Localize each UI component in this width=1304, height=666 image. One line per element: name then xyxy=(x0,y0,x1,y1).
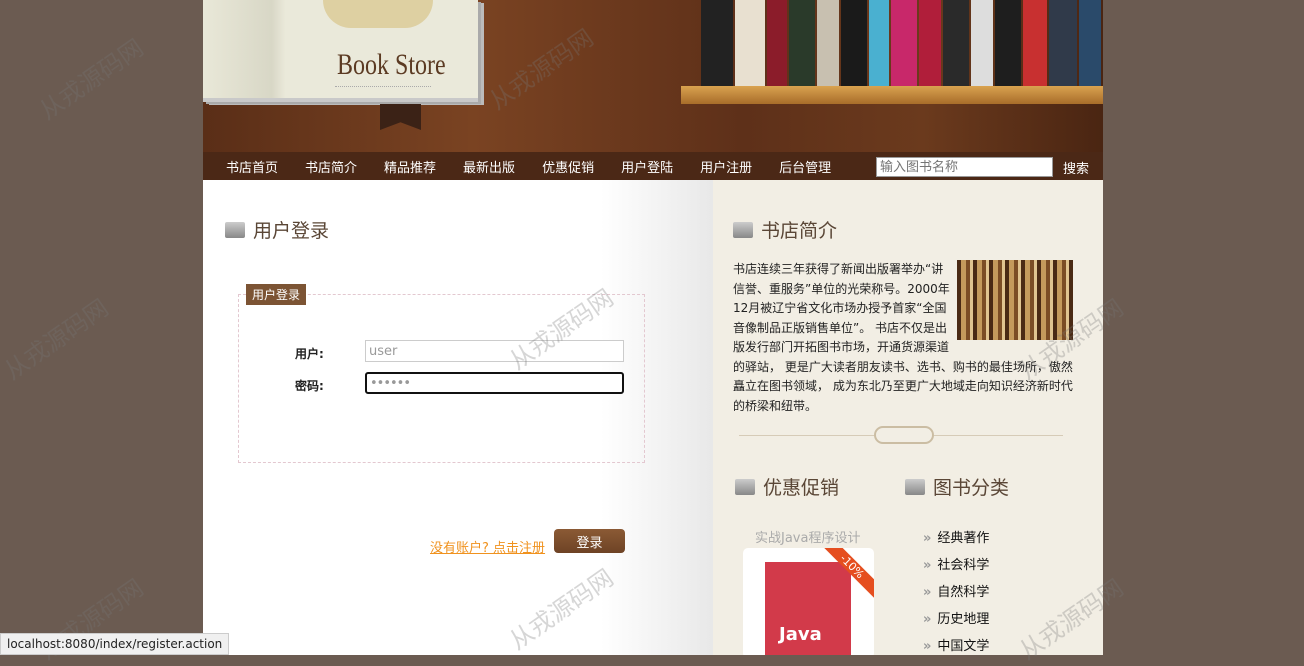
header-banner: Book Store xyxy=(203,0,1103,152)
promo-book-card[interactable]: Java -10% xyxy=(743,548,874,655)
bookshelf-photo xyxy=(957,260,1073,340)
promo-heading: 优惠促销 xyxy=(735,473,839,500)
logo-underline xyxy=(335,86,431,87)
bookshelf-books xyxy=(701,0,1103,86)
intro-heading-text: 书店简介 xyxy=(761,220,838,242)
category-heading-text: 图书分类 xyxy=(933,477,1010,499)
login-button[interactable]: 登录 xyxy=(554,529,625,553)
card-icon xyxy=(905,478,925,495)
logo-text: Book Store xyxy=(337,48,446,81)
category-item[interactable]: 历史地理 xyxy=(923,608,989,627)
promo-book-title[interactable]: 实战Java程序设计 xyxy=(755,527,860,546)
nav-about[interactable]: 书店简介 xyxy=(305,157,357,176)
login-form: 用户登录 用户: 密码: 没有账户? 点击注册 登录 xyxy=(238,284,645,556)
sidebar: 书店简介 书店连续三年获得了新闻出版署举办“讲信誉、重服务”单位的光荣称号。20… xyxy=(713,180,1103,655)
user-label: 用户: xyxy=(295,347,324,361)
category-heading: 图书分类 xyxy=(905,473,1009,500)
nav-home[interactable]: 书店首页 xyxy=(226,157,278,176)
watermark: 从戎源码网 xyxy=(34,33,149,126)
book-icon xyxy=(733,221,753,238)
login-legend: 用户登录 xyxy=(246,284,307,305)
book-cover: Java xyxy=(765,562,851,655)
watermark: 从戎源码网 xyxy=(0,293,114,386)
nav-register[interactable]: 用户注册 xyxy=(700,157,752,176)
bookshelf xyxy=(681,86,1103,104)
cover-text: Java xyxy=(779,624,822,645)
logo-book[interactable]: Book Store xyxy=(203,0,478,102)
register-link[interactable]: 没有账户? 点击注册 xyxy=(430,537,545,556)
main-nav: 书店首页 书店简介 精品推荐 最新出版 优惠促销 用户登陆 用户注册 后台管理 … xyxy=(203,152,1103,180)
intro-heading: 书店简介 xyxy=(733,216,837,243)
search-input[interactable] xyxy=(876,157,1053,177)
search-button[interactable]: 搜索 xyxy=(1063,158,1089,177)
ornament-divider xyxy=(739,426,1063,444)
nav-promo[interactable]: 优惠促销 xyxy=(542,157,594,176)
tag-icon xyxy=(735,478,755,495)
nav-featured[interactable]: 精品推荐 xyxy=(384,157,436,176)
category-item[interactable]: 经典著作 xyxy=(923,527,989,546)
login-heading-text: 用户登录 xyxy=(253,220,330,242)
nav-new[interactable]: 最新出版 xyxy=(463,157,515,176)
category-item[interactable]: 自然科学 xyxy=(923,581,989,600)
page: Book Store 书店首页 书店简介 精品推荐 最新出版 优惠促销 用户登陆… xyxy=(203,0,1103,655)
login-section: 用户登录 用户登录 用户: 密码: 没有账户? 点击注册 登录 xyxy=(203,180,713,655)
nav-admin[interactable]: 后台管理 xyxy=(779,157,831,176)
ornament xyxy=(323,0,433,28)
nav-login[interactable]: 用户登陆 xyxy=(621,157,673,176)
category-item[interactable]: 中国文学 xyxy=(923,635,989,654)
login-heading: 用户登录 xyxy=(225,216,329,243)
promo-heading-text: 优惠促销 xyxy=(763,477,840,499)
username-input[interactable] xyxy=(365,340,624,362)
status-bar: localhost:8080/index/register.action xyxy=(0,633,230,655)
bookmark-ribbon xyxy=(380,104,421,130)
password-input[interactable] xyxy=(365,372,624,394)
password-label: 密码: xyxy=(295,379,324,393)
book-icon xyxy=(225,221,245,238)
category-item[interactable]: 社会科学 xyxy=(923,554,989,573)
intro-text-block: 书店连续三年获得了新闻出版署举办“讲信誉、重服务”单位的光荣称号。2000年12… xyxy=(733,260,1073,416)
